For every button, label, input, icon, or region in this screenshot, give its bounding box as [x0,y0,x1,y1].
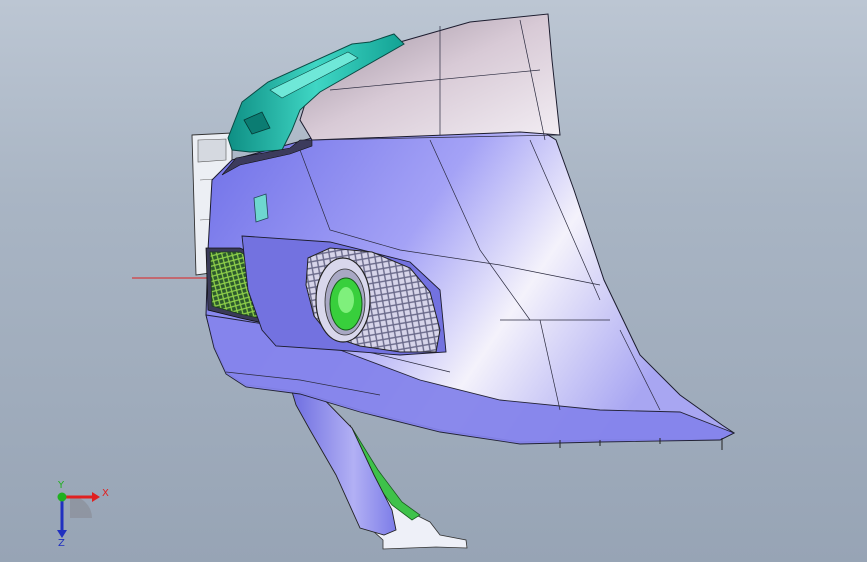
triad-shadow [70,496,92,518]
z-axis-arrowhead [57,530,67,538]
z-axis-label: Z [58,538,65,548]
bumper-model[interactable] [0,0,867,562]
x-axis-arrowhead [92,492,100,502]
graphics-viewport[interactable]: X Y Z [0,0,867,562]
coordinate-triad: X Y Z [57,480,109,548]
side-marker[interactable] [253,193,269,223]
x-axis-label: X [102,488,109,499]
y-axis-dot [57,492,67,502]
fog-lamp-lens [338,287,354,313]
y-axis-label: Y [57,480,65,491]
